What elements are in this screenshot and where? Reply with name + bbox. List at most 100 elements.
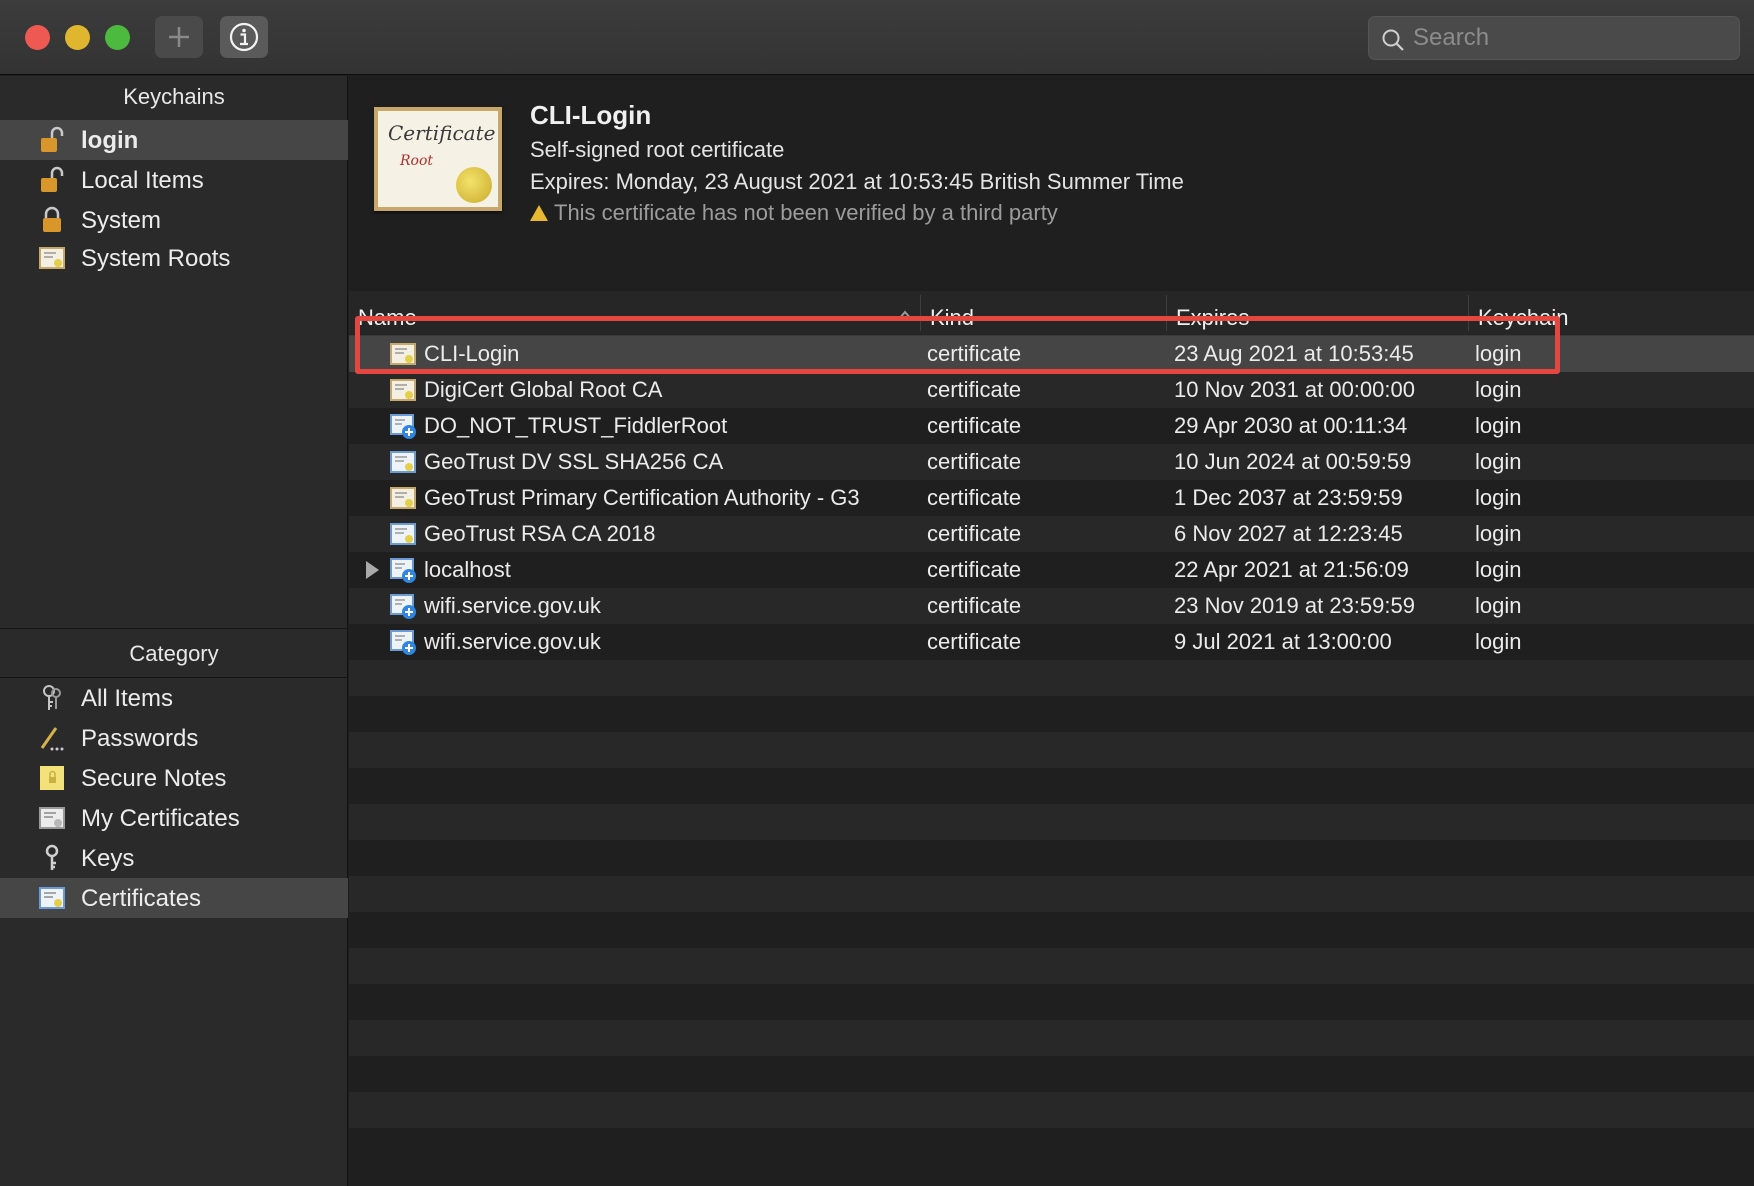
cell-kind: certificate bbox=[927, 341, 1022, 366]
root-certificate-icon bbox=[390, 343, 416, 365]
trusted-certificate-icon bbox=[390, 594, 416, 619]
cell-kind: certificate bbox=[927, 413, 1022, 438]
table-row[interactable]: localhost certificate 22 Apr 2021 at 21:56… bbox=[349, 552, 1754, 588]
certificate-seal-icon bbox=[456, 167, 492, 203]
sidebar-item-all-items[interactable]: All Items bbox=[0, 678, 348, 718]
add-item-button[interactable] bbox=[155, 16, 203, 58]
key-icon bbox=[45, 844, 59, 870]
unlocked-padlock-icon bbox=[41, 166, 64, 192]
sidebar-item-keys[interactable]: Keys bbox=[0, 838, 348, 878]
cell-keychain: login bbox=[1475, 413, 1522, 438]
sidebar-item-label: Certificates bbox=[81, 885, 202, 912]
note-icon bbox=[40, 766, 64, 790]
cell-name: GeoTrust RSA CA 2018 bbox=[424, 521, 656, 546]
cell-keychain: login bbox=[1475, 449, 1522, 474]
table-empty-row bbox=[349, 696, 1754, 732]
table-row[interactable]: GeoTrust RSA CA 2018 certificate 6 Nov 202… bbox=[349, 516, 1754, 552]
cell-kind: certificate bbox=[927, 449, 1022, 474]
table-empty-row bbox=[349, 804, 1754, 840]
cell-expires: 10 Nov 2031 at 00:00:00 bbox=[1174, 377, 1415, 402]
sidebar-item-local-items[interactable]: Local Items bbox=[0, 160, 348, 200]
get-info-button[interactable] bbox=[220, 16, 268, 58]
sidebar: Keychains login Local Items System Syste… bbox=[0, 76, 348, 1186]
table-row[interactable]: wifi.service.gov.uk certificate 23 Nov 201… bbox=[349, 588, 1754, 624]
root-certificate-icon bbox=[390, 379, 416, 401]
trusted-certificate-icon bbox=[390, 558, 416, 583]
certificate-icon bbox=[39, 807, 65, 829]
sidebar-item-login[interactable]: login bbox=[0, 120, 348, 160]
cell-keychain: login bbox=[1475, 593, 1522, 618]
cell-expires: 6 Nov 2027 at 12:23:45 bbox=[1174, 521, 1403, 546]
toolbar bbox=[0, 0, 1754, 75]
keys-icon bbox=[43, 685, 61, 710]
table-header: Name Kind Expires Keychain bbox=[349, 291, 1754, 336]
column-header-kind[interactable]: Kind bbox=[930, 305, 974, 331]
table-row[interactable]: DigiCert Global Root CA certificate 10 Nov… bbox=[349, 372, 1754, 408]
zoom-window-button[interactable] bbox=[105, 25, 130, 50]
sidebar-item-system-roots[interactable]: System Roots bbox=[0, 238, 348, 278]
locked-padlock-icon bbox=[43, 206, 61, 232]
cell-expires: 10 Jun 2024 at 00:59:59 bbox=[1174, 449, 1412, 474]
table-empty-row bbox=[349, 1056, 1754, 1092]
certificate-preview-image: Certificate Root bbox=[374, 107, 502, 211]
cell-expires: 29 Apr 2030 at 00:11:34 bbox=[1174, 413, 1408, 438]
keychain-access-window: Keychains login Local Items System bbox=[0, 0, 1754, 1186]
table-empty-row bbox=[349, 948, 1754, 984]
certificate-image-subtext: Root bbox=[400, 153, 434, 169]
intermediate-certificate-icon bbox=[390, 451, 416, 473]
sidebar-item-label: My Certificates bbox=[81, 805, 240, 832]
cell-name: CLI-Login bbox=[424, 341, 520, 366]
sidebar-item-label: Passwords bbox=[81, 725, 199, 752]
sidebar-item-system[interactable]: System bbox=[0, 200, 348, 240]
sidebar-item-label: login bbox=[81, 127, 139, 154]
table-row[interactable]: wifi.service.gov.uk certificate 9 Jul 2021… bbox=[349, 624, 1754, 660]
column-header-keychain[interactable]: Keychain bbox=[1478, 305, 1569, 331]
column-divider[interactable] bbox=[1468, 295, 1469, 331]
sidebar-item-label: Local Items bbox=[81, 167, 204, 194]
table-empty-row bbox=[349, 912, 1754, 948]
category-section-title: Category bbox=[129, 641, 219, 666]
column-header-expires[interactable]: Expires bbox=[1176, 305, 1249, 331]
sidebar-item-label: Secure Notes bbox=[81, 765, 227, 792]
table-row[interactable]: CLI-Login certificate 23 Aug 2021 at 10:53… bbox=[349, 336, 1754, 372]
cell-name: GeoTrust Primary Certification Authority… bbox=[424, 485, 860, 510]
table-row[interactable]: GeoTrust DV SSL SHA256 CA certificate 10 J… bbox=[349, 444, 1754, 480]
column-divider[interactable] bbox=[920, 295, 921, 331]
cell-kind: certificate bbox=[927, 557, 1022, 582]
table-row[interactable]: DO_NOT_TRUST_FiddlerRoot certificate 29 Ap… bbox=[349, 408, 1754, 444]
minimize-window-button[interactable] bbox=[65, 25, 90, 50]
cell-expires: 23 Nov 2019 at 23:59:59 bbox=[1174, 593, 1415, 618]
certificate-image-text: Certificate bbox=[388, 121, 496, 145]
cell-name: DigiCert Global Root CA bbox=[424, 377, 663, 402]
column-divider[interactable] bbox=[1166, 295, 1167, 331]
search-input[interactable] bbox=[1413, 23, 1723, 53]
warning-icon bbox=[530, 205, 548, 221]
detail-subtitle: Self-signed root certificate bbox=[530, 137, 785, 162]
table-empty-row bbox=[349, 1092, 1754, 1128]
search-icon bbox=[1382, 29, 1404, 51]
sidebar-item-label: System bbox=[81, 207, 162, 234]
search-field[interactable] bbox=[1368, 16, 1740, 60]
detail-title: CLI-Login bbox=[530, 100, 652, 130]
table-empty-row bbox=[349, 876, 1754, 912]
detail-expires: Expires: Monday, 23 August 2021 at 10:53… bbox=[530, 169, 1184, 194]
cell-kind: certificate bbox=[927, 377, 1022, 402]
close-window-button[interactable] bbox=[25, 25, 50, 50]
trusted-certificate-icon bbox=[390, 630, 416, 655]
cell-name: wifi.service.gov.uk bbox=[424, 593, 601, 618]
sidebar-item-label: Keys bbox=[81, 845, 135, 872]
column-header-name[interactable]: Name bbox=[358, 305, 417, 331]
sidebar-item-passwords[interactable]: Passwords bbox=[0, 718, 348, 758]
cell-kind: certificate bbox=[927, 593, 1022, 618]
table-row[interactable]: GeoTrust Primary Certification Authority… bbox=[349, 480, 1754, 516]
sidebar-item-my-certificates[interactable]: My Certificates bbox=[0, 798, 348, 838]
disclosure-triangle-icon[interactable] bbox=[366, 561, 379, 579]
sidebar-item-certificates[interactable]: Certificates bbox=[0, 878, 348, 918]
section-divider bbox=[0, 628, 348, 629]
warning-text: This certificate has not been verified b… bbox=[554, 200, 1058, 225]
table-empty-row bbox=[349, 768, 1754, 804]
sidebar-item-secure-notes[interactable]: Secure Notes bbox=[0, 758, 348, 798]
table-empty-row bbox=[349, 1020, 1754, 1056]
cell-kind: certificate bbox=[927, 521, 1022, 546]
cell-keychain: login bbox=[1475, 341, 1522, 366]
